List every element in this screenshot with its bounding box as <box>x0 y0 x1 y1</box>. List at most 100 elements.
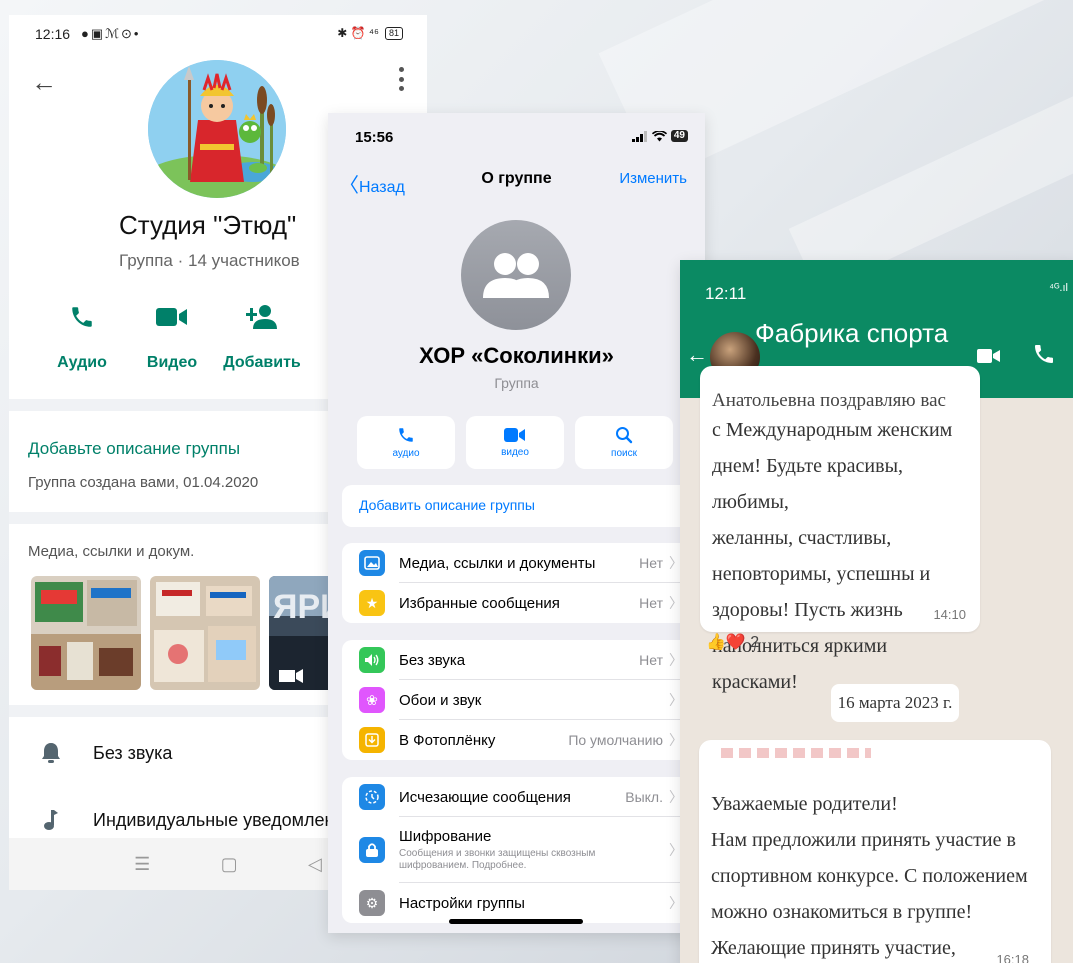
audio-call-button[interactable]: аудио <box>357 416 455 469</box>
battery-icon: 81 <box>384 26 403 40</box>
status-bar: 12:16 ●▣ℳ⊙• ✱ ⏰ ⁴⁶ 81 <box>9 15 427 53</box>
audio-call-button[interactable]: Аудио <box>37 302 127 372</box>
media-thumbnail[interactable] <box>150 576 260 690</box>
status-time: 12:16 <box>35 26 71 42</box>
cartoon-prince-image <box>148 60 286 198</box>
redacted-sender-name <box>721 748 871 758</box>
add-description-link[interactable]: Добавьте описание группы <box>28 439 240 459</box>
group-avatar[interactable] <box>148 60 286 198</box>
video-call-button[interactable]: Видео <box>127 302 217 372</box>
date-separator: 16 марта 2023 г. <box>831 684 959 722</box>
home-indicator[interactable] <box>449 919 583 924</box>
save-to-photos-row[interactable]: В Фотоплёнку По умолчанию 〉 <box>342 720 691 760</box>
media-section-card: Медиа, ссылки и документы Нет 〉 ★ Избран… <box>342 543 691 623</box>
disappearing-messages-row[interactable]: Исчезающие сообщения Выкл. 〉 <box>342 777 691 817</box>
mute-label: Без звука <box>399 651 466 669</box>
music-note-icon <box>9 809 93 831</box>
save-to-photos-value: По умолчанию <box>568 732 663 748</box>
media-links-docs-row[interactable]: Медиа, ссылки и документы Нет 〉 <box>342 543 691 583</box>
status-time: 15:56 <box>355 129 394 146</box>
download-icon <box>359 727 385 753</box>
notification-icons: ●▣ℳ⊙• <box>81 26 141 41</box>
group-settings-row[interactable]: ⚙ Настройки группы 〉 <box>342 883 691 923</box>
search-button[interactable]: поиск <box>575 416 673 469</box>
home-nav-icon[interactable]: ▢ <box>221 854 238 875</box>
group-people-icon <box>483 253 549 298</box>
encryption-row[interactable]: Шифрование Сообщения и звонки защищены с… <box>342 817 691 883</box>
notifications-section-card: Без звука Нет 〉 ❀ Обои и звук 〉 В Фотопл… <box>342 640 691 760</box>
back-nav-icon[interactable]: ◁ <box>308 854 322 875</box>
message-time: 14:10 <box>933 607 966 622</box>
disappearing-messages-value: Выкл. <box>625 789 663 805</box>
disappearing-messages-label: Исчезающие сообщения <box>399 788 571 806</box>
group-settings-label: Настройки группы <box>399 894 525 912</box>
video-call-icon[interactable] <box>977 347 1001 365</box>
group-subtitle: Группа · 14 участников <box>119 251 300 270</box>
status-bar: 15:56 49 <box>328 113 705 157</box>
add-description-link[interactable]: Добавить описание группы <box>342 485 691 527</box>
media-thumbnail[interactable] <box>31 576 141 690</box>
whatsapp-chat-screen: 12:11 ⁴ᴳ.ıl ← Фабрика спорта Анатольевна… <box>680 260 1073 963</box>
more-options-icon[interactable] <box>399 67 405 91</box>
message-text: с Международным женским днем! Будьте кра… <box>712 419 953 693</box>
gear-icon: ⚙ <box>359 890 385 916</box>
mute-row[interactable]: Без звука Нет 〉 <box>342 640 691 680</box>
video-icon <box>504 428 525 442</box>
group-name: ХОР «Соколинки» <box>419 343 614 368</box>
starred-messages-row[interactable]: ★ Избранные сообщения Нет 〉 <box>342 583 691 623</box>
phone-call-icon[interactable] <box>1032 342 1056 366</box>
group-avatar[interactable] <box>461 220 571 330</box>
message-bubble[interactable]: Анатольевна поздравляю вас с Международн… <box>700 366 980 693</box>
video-icon <box>127 302 217 332</box>
message-clipped-line: Анатольевна поздравляю вас <box>712 390 946 411</box>
telegram-group-info-screen: 15:56 49 〈Назад О группе Изменить ХОР «С… <box>328 113 705 933</box>
message-bubble[interactable]: Уважаемые родители! Нам предложили приня… <box>699 740 1051 963</box>
wifi-icon <box>651 130 667 141</box>
video-label: видео <box>501 447 529 458</box>
signal-icon: ⁴ᴳ.ıl <box>1049 282 1068 294</box>
media-section-header[interactable]: Медиа, ссылки и докум. <box>28 543 194 560</box>
speaker-icon <box>359 647 385 673</box>
media-links-docs-label: Медиа, ссылки и документы <box>399 554 596 572</box>
add-label: Добавить <box>223 354 301 371</box>
mute-label: Без звука <box>93 742 173 763</box>
back-arrow-icon[interactable]: ← <box>31 67 57 98</box>
mute-value: Нет <box>639 652 663 668</box>
save-to-photos-label: В Фотоплёнку <box>399 731 496 749</box>
message-reactions[interactable]: 👍❤️ 2 <box>706 632 759 652</box>
battery-icon: 49 <box>670 130 688 142</box>
custom-notifications-label: Индивидуальные уведомления <box>93 809 355 830</box>
description-card: Добавить описание группы <box>342 485 691 527</box>
encryption-description: Сообщения и звонки защищены сквозным шиф… <box>399 848 596 871</box>
star-icon: ★ <box>359 590 385 616</box>
encryption-label: Шифрование <box>399 828 492 845</box>
image-icon <box>359 550 385 576</box>
search-label: поиск <box>611 448 637 459</box>
group-actions: аудио видео поиск <box>357 416 673 469</box>
video-call-button[interactable]: видео <box>466 416 564 469</box>
system-icons: ✱ ⏰ ⁴⁶ 81 <box>337 26 403 40</box>
group-created-info: Группа создана вами, 01.04.2020 <box>28 474 259 491</box>
starred-messages-value: Нет <box>639 595 663 611</box>
lock-icon <box>359 837 385 863</box>
status-time: 12:11 <box>705 284 747 303</box>
flower-icon: ❀ <box>359 687 385 713</box>
signal-icon <box>631 130 647 142</box>
add-participant-button[interactable]: Добавить <box>217 302 307 372</box>
menu-nav-icon[interactable]: ☰ <box>134 854 150 875</box>
back-arrow-icon[interactable]: ← <box>686 342 708 368</box>
chat-name[interactable]: Фабрика спорта <box>755 318 948 349</box>
media-thumbnails: ЯРИУ <box>31 576 379 690</box>
phone-icon <box>399 428 413 442</box>
audio-label: аудио <box>392 448 420 459</box>
group-actions: Аудио Видео Добавить <box>37 302 307 372</box>
add-person-icon <box>217 302 307 332</box>
message-text: Уважаемые родители! Нам предложили приня… <box>711 793 1028 959</box>
wallpaper-sound-label: Обои и звук <box>399 691 482 709</box>
edit-button[interactable]: Изменить <box>619 170 687 187</box>
wallpaper-sound-row[interactable]: ❀ Обои и звук 〉 <box>342 680 691 720</box>
system-icons: 49 <box>631 130 688 142</box>
phone-icon <box>37 302 127 332</box>
bluetooth-alarm-signal-icons: ✱ ⏰ ⁴⁶ <box>337 26 379 40</box>
group-type: Группа <box>494 375 539 391</box>
